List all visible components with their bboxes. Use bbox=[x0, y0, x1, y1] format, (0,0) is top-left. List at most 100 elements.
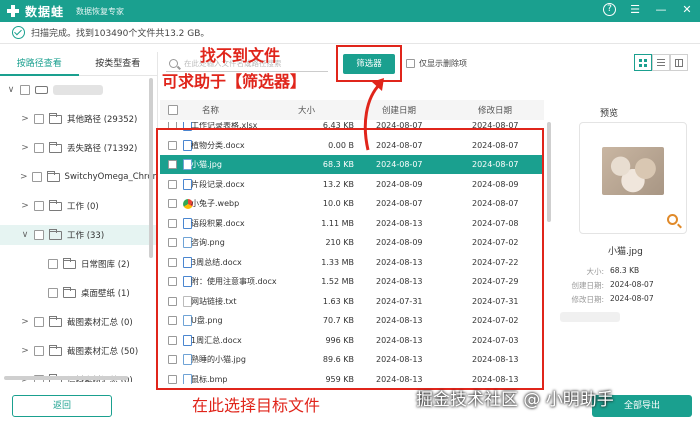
folder-icon bbox=[49, 315, 62, 327]
chevron-down-icon[interactable]: ∨ bbox=[6, 85, 16, 95]
tree-node[interactable]: 桌面壁纸 (1) bbox=[0, 283, 157, 303]
kitten-thumbnail bbox=[602, 147, 664, 195]
select-all-checkbox[interactable] bbox=[168, 105, 178, 115]
view-mode-buttons bbox=[634, 54, 688, 71]
tree-horizontal-scrollbar[interactable] bbox=[4, 376, 128, 380]
tree-checkbox[interactable] bbox=[34, 143, 44, 153]
tree-checkbox[interactable] bbox=[34, 346, 44, 356]
folder-icon bbox=[46, 170, 60, 182]
tree-node-label: 其他路径 (29352) bbox=[67, 115, 138, 125]
chevron-right-icon[interactable]: > bbox=[20, 114, 30, 124]
blurred-region bbox=[560, 312, 620, 322]
tree-checkbox[interactable] bbox=[34, 230, 44, 240]
blurred-drive-label bbox=[53, 85, 103, 95]
zoom-icon[interactable] bbox=[667, 214, 678, 225]
meta-value: 2024-08-07 bbox=[610, 280, 654, 289]
tree-node[interactable]: > SwitchyOmega_Chromium bbox=[0, 167, 157, 187]
tree-checkbox[interactable] bbox=[34, 317, 44, 327]
list-view-button[interactable] bbox=[652, 54, 670, 71]
app-subtitle: 数据恢复专家 bbox=[76, 6, 125, 16]
folder-icon bbox=[49, 199, 62, 211]
tree-node-label: 截图素材汇总 (0) bbox=[67, 318, 133, 328]
table-scrollbar[interactable] bbox=[547, 122, 551, 222]
tree-node[interactable]: 日常图库 (2) bbox=[0, 254, 157, 274]
annotation-arrow-icon bbox=[363, 78, 384, 151]
menu-icon[interactable]: ☰ bbox=[628, 3, 642, 16]
tree-node[interactable]: ∨ 工作 (33) bbox=[0, 225, 157, 245]
folder-icon bbox=[49, 112, 62, 124]
meta-key: 大小: bbox=[586, 267, 604, 276]
search-icon bbox=[169, 59, 178, 68]
file-table-header: 名称 大小 创建日期 修改日期 bbox=[160, 100, 544, 120]
scan-status-text: 扫描完成。找到103490个文件共13.2 GB。 bbox=[31, 29, 210, 39]
show-deleted-label: 仅显示删除项 bbox=[419, 59, 467, 68]
tree-node[interactable]: > 截图素材汇总 (50) bbox=[0, 341, 157, 361]
tree-node-label: 日常图库 (2) bbox=[81, 260, 130, 270]
tree-checkbox[interactable] bbox=[48, 288, 58, 298]
file-list-highlight-box bbox=[156, 128, 544, 390]
annotation-select-target: 在此选择目标文件 bbox=[192, 396, 321, 415]
back-button[interactable]: 返回 bbox=[12, 395, 112, 417]
close-icon[interactable]: ✕ bbox=[680, 3, 694, 16]
column-size[interactable]: 大小 bbox=[298, 104, 315, 116]
scan-status-bar: 扫描完成。找到103490个文件共13.2 GB。 bbox=[0, 22, 700, 44]
watermark-text: 掘金技术社区 @ 小明助手 bbox=[416, 390, 614, 410]
folder-icon bbox=[63, 257, 76, 269]
chevron-right-icon[interactable]: > bbox=[20, 143, 30, 153]
chevron-right-icon[interactable]: > bbox=[20, 346, 30, 356]
tree-node-label: 截图素材汇总 (50) bbox=[67, 347, 139, 357]
tree-checkbox[interactable] bbox=[31, 172, 42, 182]
column-name[interactable]: 名称 bbox=[202, 104, 219, 116]
tree-node-label: 工作 (33) bbox=[67, 231, 105, 241]
plus-logo-icon bbox=[6, 4, 20, 18]
folder-tree: ∨ > 其他路径 (29352) > 丢失路径 (71392) > SwitchyOmega… bbox=[0, 76, 157, 382]
tree-node[interactable]: > 丢失路径 (71392) bbox=[0, 138, 157, 158]
check-circle-icon bbox=[12, 26, 25, 39]
preview-meta-created: 创建日期: 2024-08-07 bbox=[560, 280, 654, 291]
folder-icon bbox=[63, 286, 76, 298]
preview-meta-modified: 修改日期: 2024-08-07 bbox=[560, 294, 654, 305]
tree-checkbox[interactable] bbox=[34, 114, 44, 124]
tree-node-label: 丢失路径 (71392) bbox=[67, 144, 138, 154]
tree-node[interactable]: > 工作 (0) bbox=[0, 196, 157, 216]
meta-key: 创建日期: bbox=[571, 281, 604, 290]
help-icon[interactable]: ? bbox=[603, 3, 616, 16]
column-modified[interactable]: 修改日期 bbox=[478, 104, 512, 116]
detail-icon bbox=[675, 58, 683, 67]
annotation-use-filter: 可求助于【筛选器】 bbox=[162, 72, 307, 91]
tab-by-path[interactable]: 按路径查看 bbox=[0, 52, 79, 76]
meta-value: 68.3 KB bbox=[610, 266, 640, 275]
left-panel: 按路径查看 按类型查看 ∨ > 其他路径 (29352) > 丢失路径 (71392) >… bbox=[0, 52, 158, 382]
tree-checkbox[interactable] bbox=[34, 201, 44, 211]
drive-icon bbox=[35, 86, 48, 94]
tree-vertical-scrollbar[interactable] bbox=[149, 78, 153, 258]
tree-node-label: 工作 (0) bbox=[67, 202, 99, 212]
tab-by-type[interactable]: 按类型查看 bbox=[78, 52, 157, 76]
meta-value: 2024-08-07 bbox=[610, 294, 654, 303]
grid-view-button[interactable] bbox=[634, 54, 652, 71]
grid-icon bbox=[639, 58, 647, 67]
chevron-right-icon[interactable]: > bbox=[20, 317, 30, 327]
tree-node[interactable]: > 其他路径 (29352) bbox=[0, 109, 157, 129]
tree-node-label: SwitchyOmega_Chromium bbox=[64, 172, 157, 182]
preview-file-name: 小猫.jpg bbox=[608, 247, 643, 257]
chevron-down-icon[interactable]: ∨ bbox=[20, 230, 30, 240]
folder-icon bbox=[49, 141, 62, 153]
list-icon bbox=[657, 59, 665, 66]
annotation-cannot-find: 找不到文件 bbox=[200, 46, 281, 65]
chevron-right-icon[interactable]: > bbox=[20, 201, 30, 211]
app-logo: 数据蛙 数据恢复专家 bbox=[6, 3, 124, 20]
meta-key: 修改日期: bbox=[571, 295, 604, 304]
chevron-right-icon[interactable]: > bbox=[20, 172, 28, 182]
minimize-icon[interactable]: — bbox=[654, 3, 668, 16]
tree-checkbox[interactable] bbox=[20, 85, 30, 95]
show-deleted-toggle[interactable]: 仅显示删除项 bbox=[406, 58, 467, 69]
tree-node[interactable]: ∨ bbox=[0, 80, 157, 100]
detail-view-button[interactable] bbox=[670, 54, 688, 71]
show-deleted-checkbox[interactable] bbox=[406, 59, 415, 68]
preview-card bbox=[579, 122, 687, 234]
tree-checkbox[interactable] bbox=[48, 259, 58, 269]
tree-node-label: 桌面壁纸 (1) bbox=[81, 289, 130, 299]
tree-node[interactable]: > 截图素材汇总 (0) bbox=[0, 312, 157, 332]
folder-icon bbox=[49, 344, 62, 356]
